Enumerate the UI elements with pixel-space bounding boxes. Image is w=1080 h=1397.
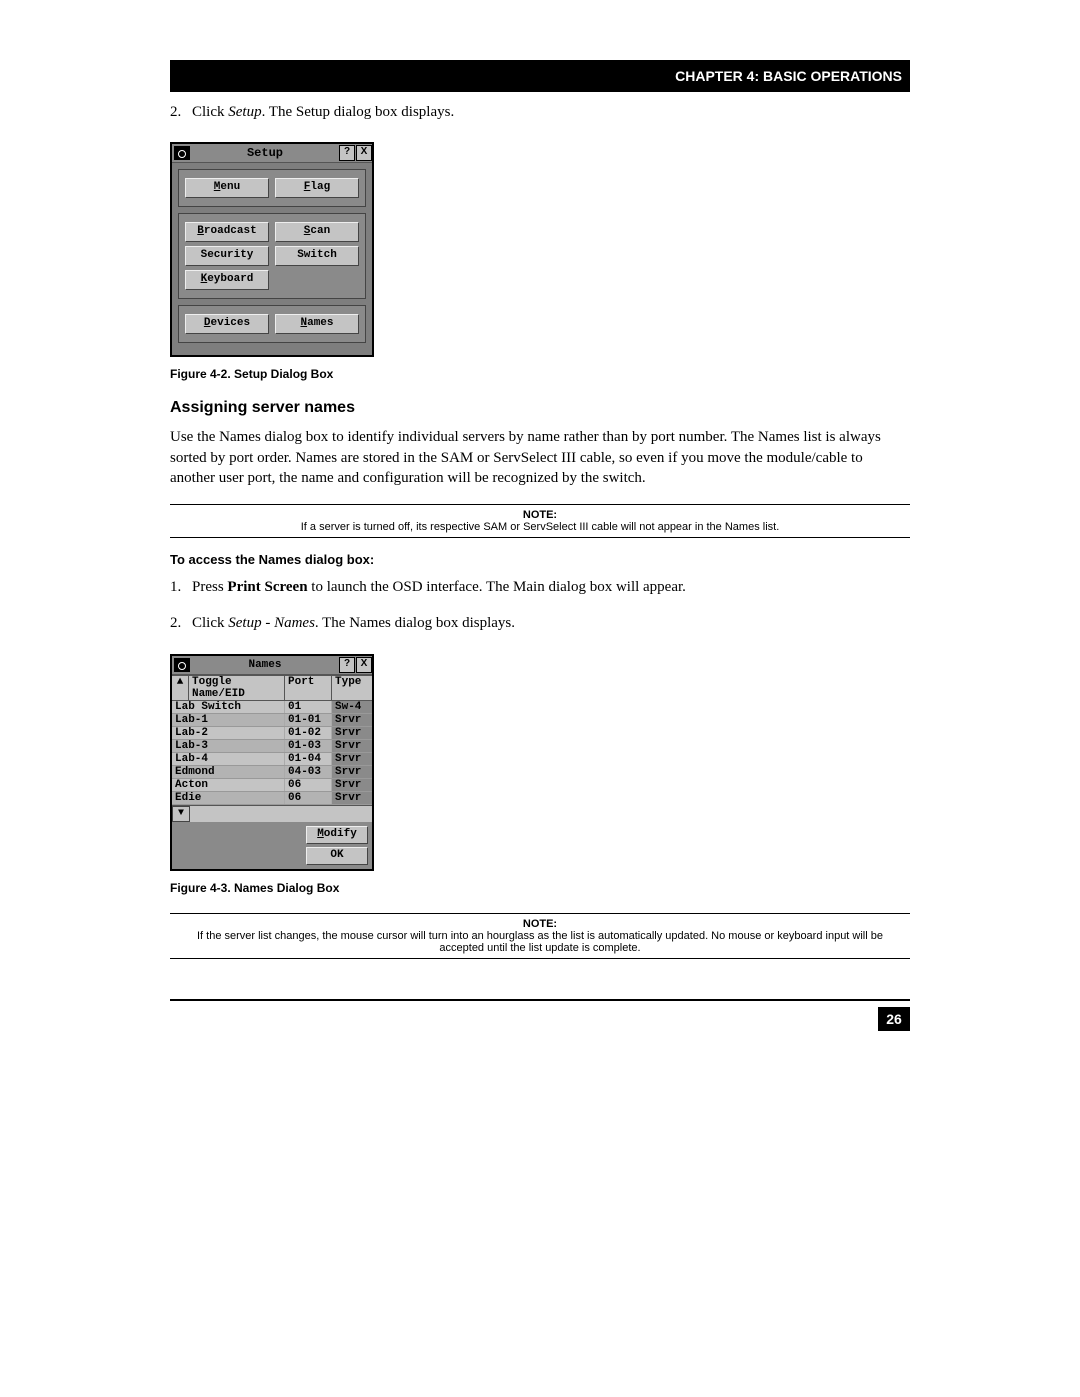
cell-port: 01-03 [285, 740, 332, 752]
names-table-header: ▲ Toggle Name/EID Port Type [172, 675, 372, 701]
close-button[interactable]: X [356, 657, 372, 673]
cell-name: Acton [172, 779, 285, 791]
table-row[interactable]: Lab-401-04Srvr [172, 753, 372, 766]
cell-type: Srvr [332, 792, 372, 804]
note-text: If a server is turned off, its respectiv… [301, 521, 780, 533]
sub-heading: To access the Names dialog box: [170, 552, 910, 567]
names-button[interactable]: Names [275, 314, 359, 334]
cell-name: Lab-1 [172, 714, 285, 726]
cell-type: Srvr [332, 714, 372, 726]
col-port-header: Port [285, 676, 332, 700]
names-dialog-title: Names [192, 659, 338, 671]
note-1: NOTE: If a server is turned off, its res… [170, 504, 910, 538]
setup-dialog-title: Setup [192, 146, 338, 160]
toggle-sort-icon[interactable]: ▲ [172, 676, 189, 700]
col-type-header: Type [332, 676, 372, 700]
cell-name: Edmond [172, 766, 285, 778]
footer-rule [170, 999, 910, 1001]
table-row[interactable]: Acton06Srvr [172, 779, 372, 792]
dialog-system-icon[interactable] [174, 658, 190, 672]
cell-type: Srvr [332, 779, 372, 791]
step-number: 2. [170, 613, 192, 633]
names-dialog-titlebar: Names ? X [172, 656, 372, 675]
names-dialog: Names ? X ▲ Toggle Name/EID Port Type La… [170, 654, 374, 871]
cell-port: 06 [285, 792, 332, 804]
dialog-system-icon[interactable] [174, 146, 190, 160]
page-number: 26 [878, 1007, 910, 1031]
setup-dialog-titlebar: Setup ? X [172, 144, 372, 163]
scroll-down-icon[interactable]: ▼ [172, 806, 190, 822]
cell-name: Lab-3 [172, 740, 285, 752]
chapter-title: CHAPTER 4: BASIC OPERATIONS [675, 68, 902, 84]
cell-port: 04-03 [285, 766, 332, 778]
broadcast-button[interactable]: Broadcast [185, 222, 269, 242]
cell-port: 01-02 [285, 727, 332, 739]
cell-type: Srvr [332, 727, 372, 739]
chapter-header: CHAPTER 4: BASIC OPERATIONS [170, 60, 910, 92]
cell-name: Lab Switch [172, 701, 285, 713]
step-number: 2. [170, 102, 192, 122]
table-row[interactable]: Lab Switch01Sw-4 [172, 701, 372, 714]
scan-button[interactable]: Scan [275, 222, 359, 242]
switch-button[interactable]: Switch [275, 246, 359, 266]
col-name-header[interactable]: Toggle Name/EID [189, 676, 285, 700]
figure-4-2-caption: Figure 4-2. Setup Dialog Box [170, 367, 910, 381]
security-button[interactable]: Security [185, 246, 269, 266]
cell-name: Lab-2 [172, 727, 285, 739]
table-row[interactable]: Lab-101-01Srvr [172, 714, 372, 727]
intro-step-2: 2. Click Setup. The Setup dialog box dis… [170, 102, 910, 122]
cell-port: 01 [285, 701, 332, 713]
names-scroll-row: ▼ [172, 805, 372, 822]
modify-button[interactable]: Modify [306, 826, 368, 844]
section-heading: Assigning server names [170, 399, 910, 417]
note-label: NOTE: [176, 509, 904, 521]
menu-button[interactable]: Menu [185, 178, 269, 198]
names-table-body: Lab Switch01Sw-4Lab-101-01SrvrLab-201-02… [172, 701, 372, 805]
cell-port: 01-04 [285, 753, 332, 765]
access-step-2: 2. Click Setup - Names. The Names dialog… [170, 613, 910, 633]
table-row[interactable]: Lab-301-03Srvr [172, 740, 372, 753]
flag-button[interactable]: Flag [275, 178, 359, 198]
help-button[interactable]: ? [339, 145, 355, 161]
figure-4-3-caption: Figure 4-3. Names Dialog Box [170, 881, 910, 895]
cell-name: Edie [172, 792, 285, 804]
table-row[interactable]: Edmond04-03Srvr [172, 766, 372, 779]
cell-type: Srvr [332, 766, 372, 778]
cell-type: Srvr [332, 740, 372, 752]
devices-button[interactable]: Devices [185, 314, 269, 334]
close-button[interactable]: X [356, 145, 372, 161]
table-row[interactable]: Lab-201-02Srvr [172, 727, 372, 740]
cell-name: Lab-4 [172, 753, 285, 765]
table-row[interactable]: Edie06Srvr [172, 792, 372, 805]
note-2: NOTE: If the server list changes, the mo… [170, 913, 910, 959]
cell-port: 01-01 [285, 714, 332, 726]
note-label: NOTE: [176, 918, 904, 930]
access-step-1: 1. Press Print Screen to launch the OSD … [170, 577, 910, 597]
help-button[interactable]: ? [339, 657, 355, 673]
keyboard-button[interactable]: Keyboard [185, 270, 269, 290]
ok-button[interactable]: OK [306, 847, 368, 865]
note-text: If the server list changes, the mouse cu… [197, 930, 883, 954]
cell-type: Sw-4 [332, 701, 372, 713]
step-number: 1. [170, 577, 192, 597]
setup-dialog: Setup ? X Menu Flag Broadcast Scan Secur… [170, 142, 374, 357]
cell-type: Srvr [332, 753, 372, 765]
cell-port: 06 [285, 779, 332, 791]
section-paragraph: Use the Names dialog box to identify ind… [170, 427, 910, 488]
